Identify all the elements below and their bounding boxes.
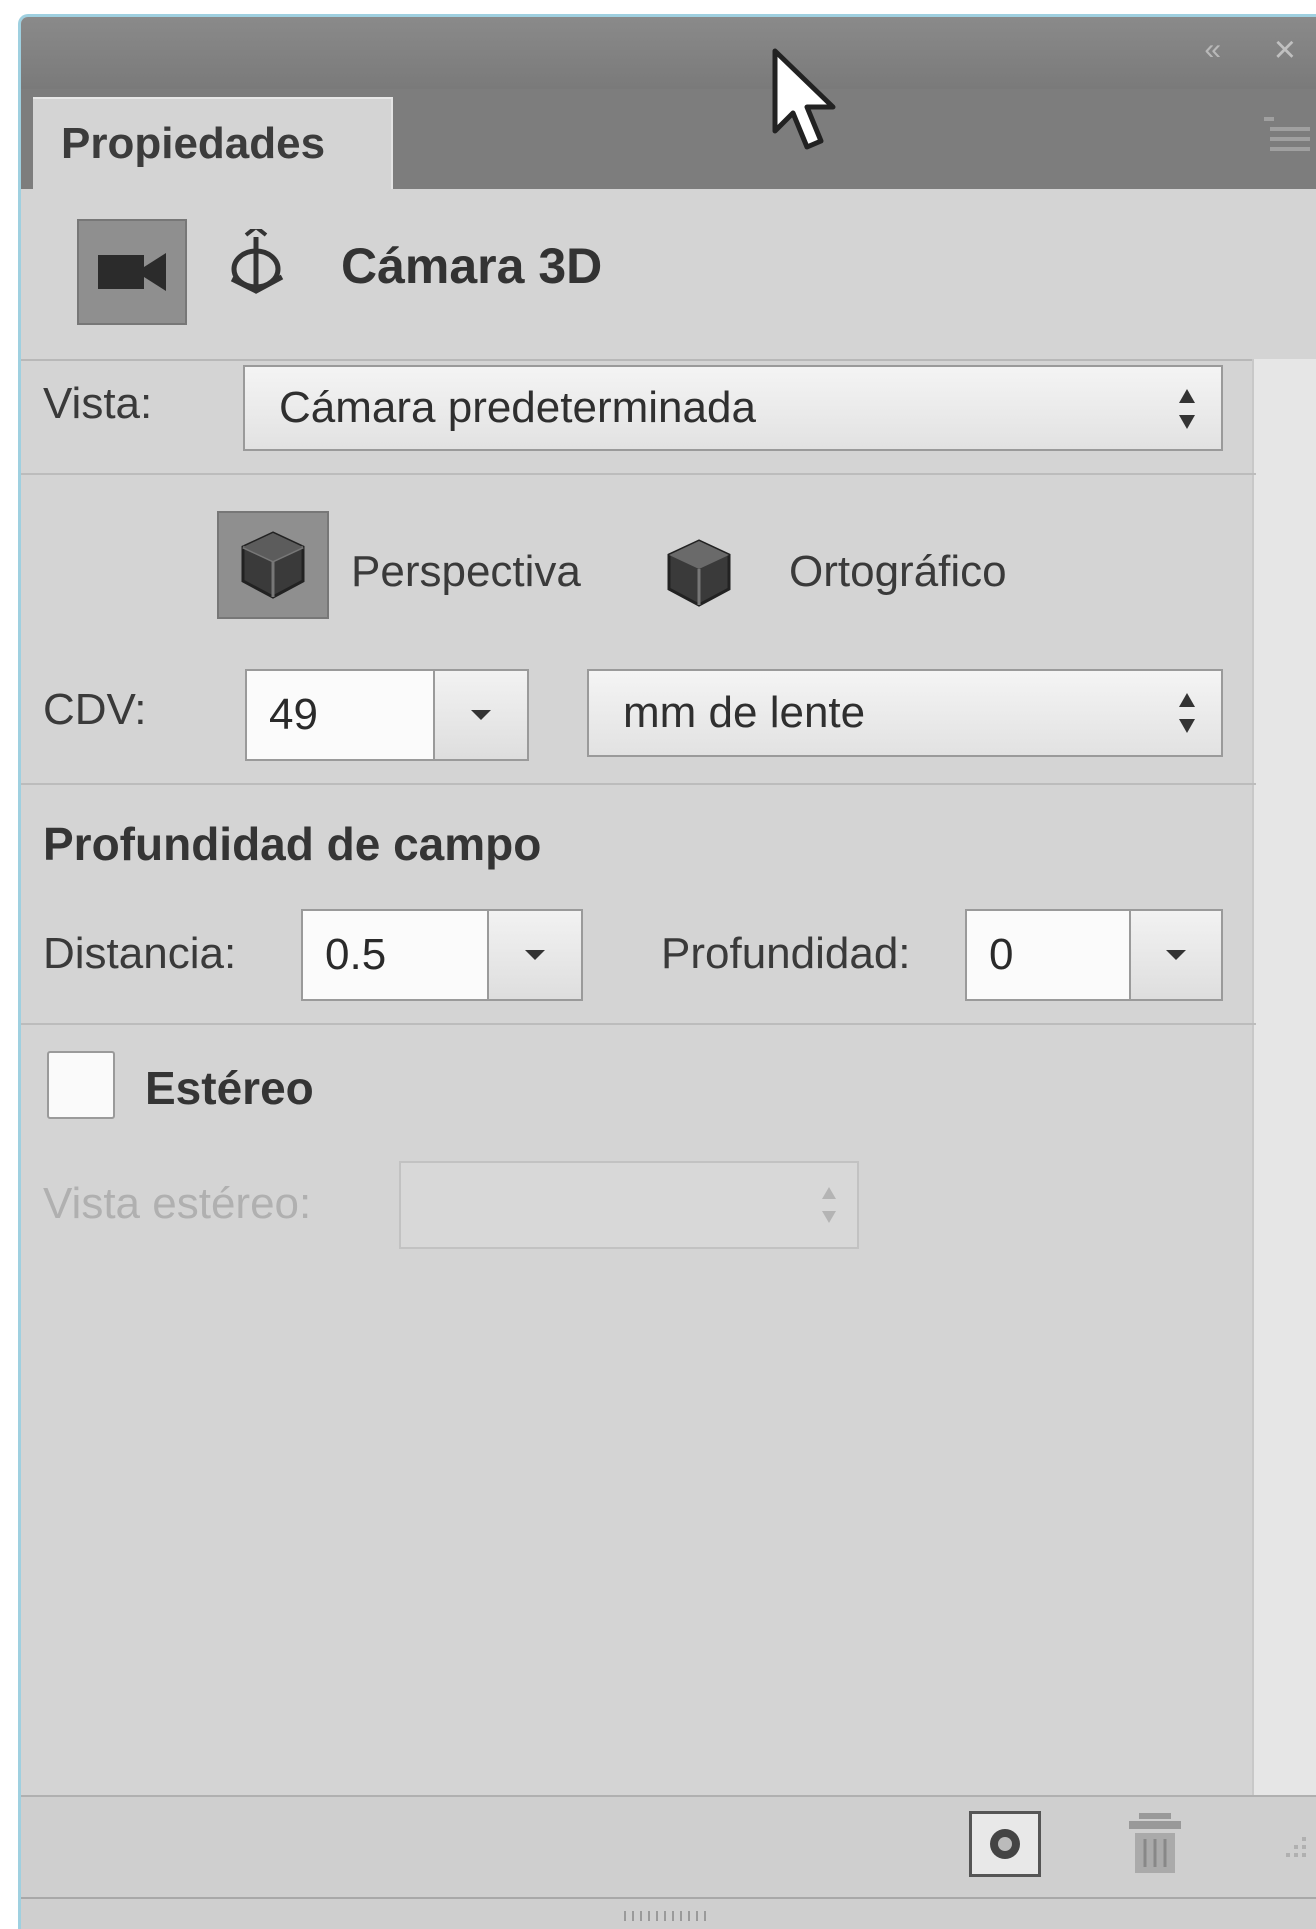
distance-input[interactable]: 0.5 (301, 909, 489, 1001)
sort-arrows-icon (822, 1187, 836, 1223)
depth-of-field-title: Profundidad de campo (43, 818, 542, 870)
stereo-label[interactable]: Estéreo (145, 1061, 314, 1115)
panel-menu-icon[interactable] (1260, 111, 1310, 161)
stereo-view-select (399, 1161, 859, 1249)
sort-arrows-icon (1179, 693, 1195, 733)
orbit-axis-icon[interactable] (216, 229, 296, 309)
cdv-value: 49 (269, 690, 318, 739)
tab-label: Propiedades (61, 119, 326, 168)
vista-value: Cámara predeterminada (279, 383, 756, 432)
lens-unit-select[interactable]: mm de lente (587, 669, 1223, 757)
stereo-checkbox[interactable] (47, 1051, 115, 1119)
panel-title-bar[interactable]: « × (21, 17, 1316, 90)
camera-header: Cámara 3D (21, 189, 1316, 361)
cube-icon[interactable] (661, 535, 737, 611)
header-title: Cámara 3D (341, 238, 603, 294)
close-icon[interactable]: × (1274, 31, 1296, 69)
sort-arrows-icon (1179, 389, 1195, 429)
cdv-input[interactable]: 49 (245, 669, 435, 761)
perspective-label[interactable]: Perspectiva (351, 547, 581, 597)
drag-handle-icon[interactable] (621, 1909, 717, 1923)
render-button[interactable] (969, 1811, 1041, 1877)
depth-label: Profundidad: (661, 929, 911, 978)
dropdown-arrow-icon (525, 950, 545, 960)
divider (21, 1023, 1256, 1025)
cdv-label: CDV: (43, 685, 147, 734)
lens-unit-value: mm de lente (623, 688, 866, 737)
tab-properties[interactable]: Propiedades (33, 97, 393, 189)
tab-row: Propiedades (21, 89, 1316, 189)
camera-mode-button[interactable] (77, 219, 187, 325)
distance-dropdown-button[interactable] (487, 909, 583, 1001)
mouse-cursor-icon (772, 48, 836, 150)
vista-select[interactable]: Cámara predeterminada (243, 365, 1223, 451)
vista-label: Vista: (43, 379, 153, 428)
properties-panel: « × Propiedades Cámara 3D Vista: Cámara … (18, 14, 1316, 1929)
scrollbar-track[interactable] (1252, 359, 1316, 1799)
distance-label: Distancia: (43, 929, 237, 978)
panel-footer (21, 1795, 1316, 1929)
divider (21, 473, 1256, 475)
dropdown-arrow-icon (471, 710, 491, 720)
resize-grip-icon[interactable] (1272, 1831, 1312, 1871)
dropdown-arrow-icon (1166, 950, 1186, 960)
divider (21, 1897, 1316, 1899)
depth-input[interactable]: 0 (965, 909, 1131, 1001)
perspective-button[interactable] (217, 511, 329, 619)
distance-value: 0.5 (325, 930, 387, 979)
divider (21, 783, 1256, 785)
collapse-icon[interactable]: « (1204, 35, 1221, 65)
render-icon (990, 1829, 1020, 1859)
cdv-dropdown-button[interactable] (433, 669, 529, 761)
orthographic-label[interactable]: Ortográfico (789, 547, 1007, 597)
depth-value: 0 (989, 930, 1014, 979)
trash-icon[interactable] (1125, 1811, 1185, 1875)
cube-icon (241, 531, 305, 599)
depth-dropdown-button[interactable] (1129, 909, 1223, 1001)
stereo-view-label: Vista estéreo: (43, 1179, 312, 1228)
video-camera-icon (98, 253, 166, 291)
